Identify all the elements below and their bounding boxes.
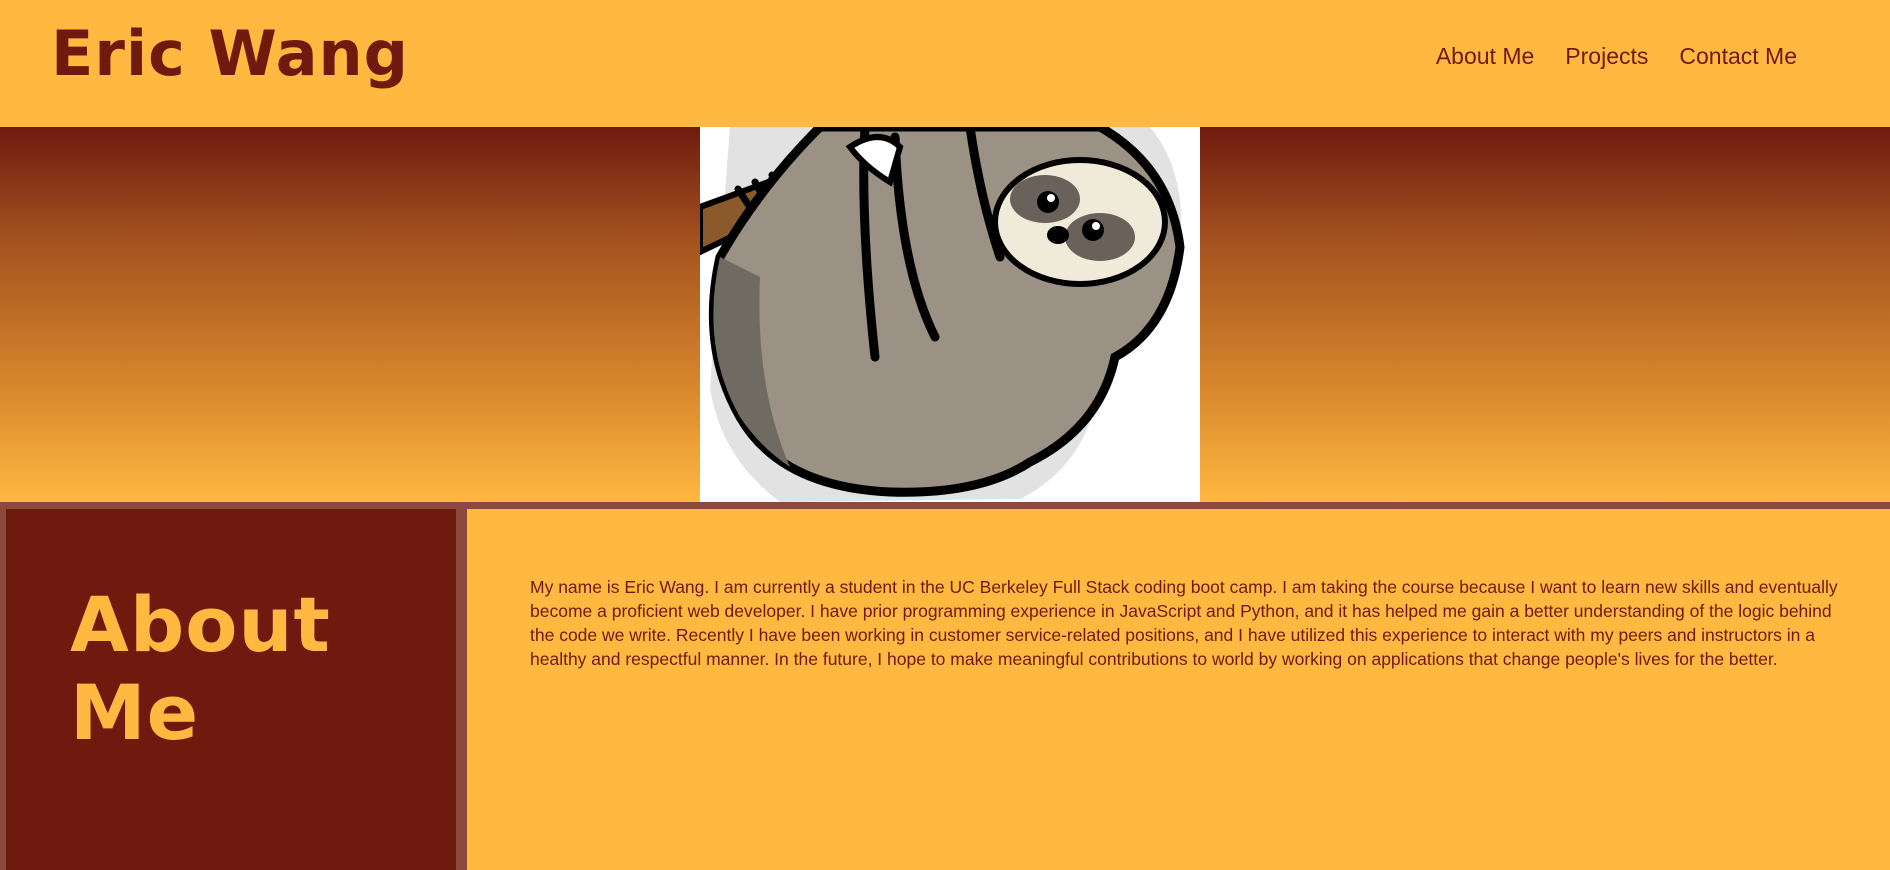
about-body-panel: My name is Eric Wang. I am currently a s… [467,509,1890,870]
about-section: About Me My name is Eric Wang. I am curr… [0,502,1890,870]
nav-about-me[interactable]: About Me [1436,40,1534,72]
about-body-text: My name is Eric Wang. I am currently a s… [530,577,1838,669]
sloth-image [700,127,1200,502]
about-heading-panel: About Me [6,509,456,870]
site-title: Eric Wang [51,17,410,90]
about-heading: About Me [70,580,331,757]
hero-banner [0,127,1890,502]
nav-projects[interactable]: Projects [1565,40,1648,72]
main-nav: About Me Projects Contact Me [1436,40,1797,72]
nav-contact-me[interactable]: Contact Me [1679,40,1797,72]
site-header: Eric Wang About Me Projects Contact Me [0,0,1890,127]
